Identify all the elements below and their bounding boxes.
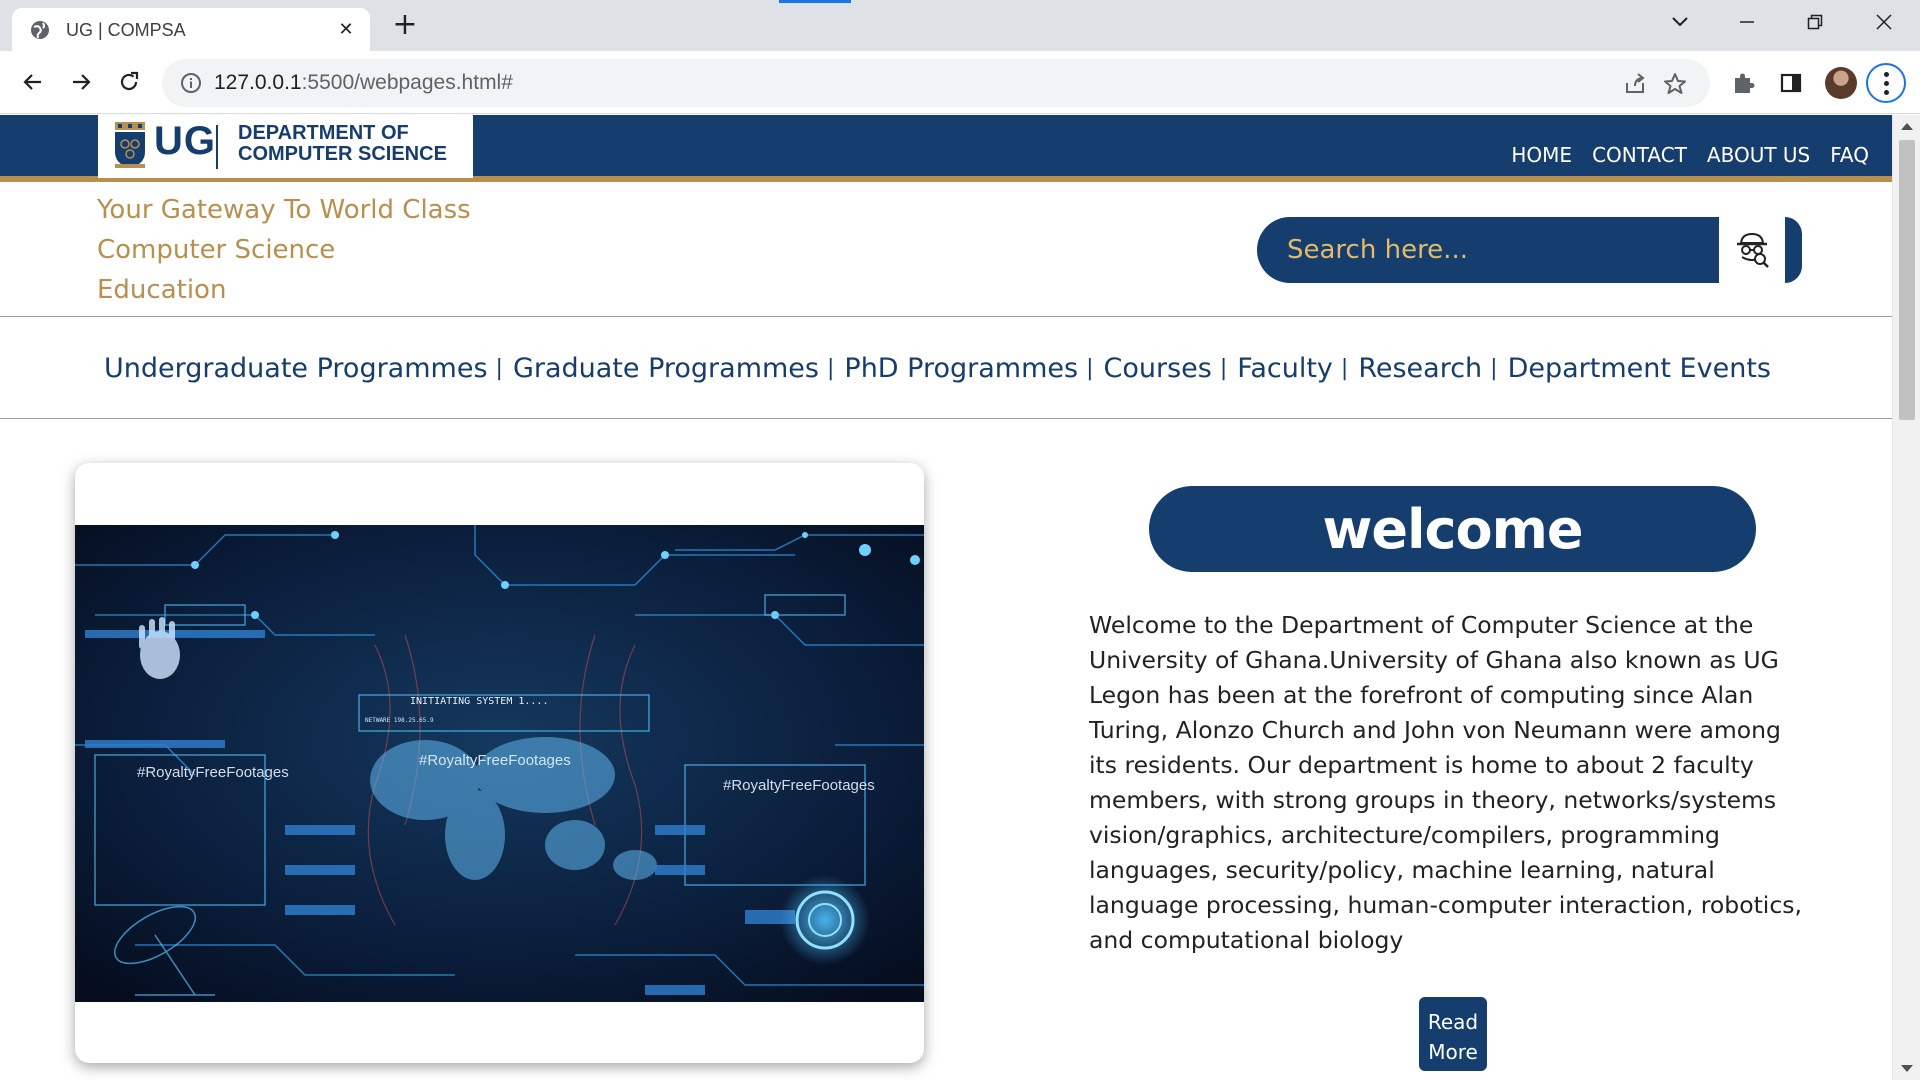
back-arrow-icon[interactable] bbox=[16, 65, 50, 99]
tab-loading-indicator bbox=[779, 0, 851, 3]
watermark-text: #RoyaltyFreeFootages bbox=[723, 777, 875, 794]
header-divider bbox=[0, 316, 1892, 317]
top-nav: HOME CONTACT ABOUT US FAQ bbox=[1511, 143, 1869, 167]
hero-image-card: INITIATING SYSTEM 1.... NETWARE 198.25.6… bbox=[75, 463, 924, 1063]
nav-undergraduate-link[interactable]: Undergraduate Programmes bbox=[104, 353, 488, 384]
programmes-nav: Undergraduate Programmes | Graduate Progr… bbox=[104, 353, 1771, 384]
nav-contact-link[interactable]: CONTACT bbox=[1592, 143, 1687, 167]
nav-graduate-link[interactable]: Graduate Programmes bbox=[513, 353, 819, 384]
minimize-icon[interactable] bbox=[1727, 6, 1767, 38]
nav-separator: | bbox=[1086, 356, 1094, 381]
scroll-thumb[interactable] bbox=[1899, 140, 1915, 420]
nav-about-link[interactable]: ABOUT US bbox=[1707, 143, 1810, 167]
site-info-icon[interactable] bbox=[180, 72, 202, 94]
page-viewport: UG DEPARTMENT OF COMPUTER SCIENCE HOME C… bbox=[0, 115, 1920, 1080]
spy-search-icon bbox=[1737, 232, 1769, 268]
nav-separator: | bbox=[1490, 356, 1498, 381]
nav-events-link[interactable]: Department Events bbox=[1508, 353, 1771, 384]
hero-technology-image: INITIATING SYSTEM 1.... NETWARE 198.25.6… bbox=[75, 525, 924, 1002]
hud-subtext: NETWARE 198.25.65.9 bbox=[365, 717, 434, 724]
nav-phd-link[interactable]: PhD Programmes bbox=[844, 353, 1078, 384]
side-panel-icon[interactable] bbox=[1777, 69, 1805, 97]
share-icon[interactable] bbox=[1622, 71, 1648, 97]
nav-separator: | bbox=[826, 356, 835, 381]
university-crest-icon bbox=[115, 122, 145, 168]
url-text[interactable]: 127.0.0.1:5500/webpages.html# bbox=[214, 71, 513, 95]
close-window-icon[interactable] bbox=[1864, 6, 1904, 38]
nav-faq-link[interactable]: FAQ bbox=[1830, 143, 1869, 167]
extensions-puzzle-icon[interactable] bbox=[1729, 69, 1757, 97]
watermark-text: #RoyaltyFreeFootages bbox=[137, 764, 289, 781]
logo-ug-text: UG bbox=[154, 119, 216, 163]
page-scrollbar[interactable] bbox=[1892, 115, 1920, 1080]
site-header: UG DEPARTMENT OF COMPUTER SCIENCE HOME C… bbox=[0, 115, 1892, 182]
hud-text: INITIATING SYSTEM 1.... bbox=[410, 696, 548, 707]
nav-separator: | bbox=[1340, 356, 1349, 381]
profile-avatar[interactable] bbox=[1825, 67, 1857, 99]
restore-icon[interactable] bbox=[1795, 6, 1835, 38]
read-more-button[interactable]: Read More bbox=[1419, 997, 1487, 1071]
search-input[interactable] bbox=[1257, 217, 1719, 283]
nav-divider bbox=[0, 418, 1892, 419]
close-tab-icon[interactable]: ✕ bbox=[334, 18, 358, 42]
nav-home-link[interactable]: HOME bbox=[1511, 143, 1572, 167]
browser-tabstrip: UG | COMPSA ✕ + bbox=[0, 0, 1920, 51]
nav-separator: | bbox=[1219, 356, 1228, 381]
forward-arrow-icon[interactable] bbox=[64, 65, 98, 99]
tagline: Your Gateway To World Class Computer Sci… bbox=[97, 195, 471, 305]
scroll-down-arrow-icon[interactable] bbox=[1901, 1065, 1913, 1072]
reload-icon[interactable] bbox=[112, 65, 146, 99]
new-tab-icon[interactable]: + bbox=[388, 8, 422, 42]
welcome-paragraph: Welcome to the Department of Computer Sc… bbox=[1089, 611, 1802, 954]
nav-research-link[interactable]: Research bbox=[1358, 353, 1482, 384]
browser-tab[interactable]: UG | COMPSA ✕ bbox=[12, 8, 370, 51]
site-logo[interactable]: UG DEPARTMENT OF COMPUTER SCIENCE bbox=[98, 115, 473, 178]
nav-separator: | bbox=[495, 356, 503, 381]
search-bar bbox=[1257, 217, 1802, 283]
globe-icon bbox=[31, 21, 49, 39]
browser-menu-icon[interactable] bbox=[1866, 63, 1906, 103]
tab-title: UG | COMPSA bbox=[66, 20, 186, 40]
search-bar-cap bbox=[1785, 217, 1802, 283]
logo-divider bbox=[216, 125, 218, 169]
browser-toolbar: 127.0.0.1:5500/webpages.html# bbox=[0, 51, 1920, 114]
logo-department-text: DEPARTMENT OF COMPUTER SCIENCE bbox=[238, 122, 447, 165]
search-button[interactable] bbox=[1719, 217, 1785, 283]
address-bar[interactable]: 127.0.0.1:5500/webpages.html# bbox=[162, 59, 1710, 107]
watermark-text: #RoyaltyFreeFootages bbox=[419, 752, 571, 769]
nav-courses-link[interactable]: Courses bbox=[1104, 353, 1212, 384]
welcome-heading-button[interactable]: welcome bbox=[1149, 486, 1756, 572]
bookmark-star-icon[interactable] bbox=[1662, 71, 1688, 97]
tab-search-chevron-icon[interactable] bbox=[1660, 6, 1700, 38]
scroll-up-arrow-icon[interactable] bbox=[1901, 123, 1913, 130]
nav-faculty-link[interactable]: Faculty bbox=[1237, 353, 1333, 384]
